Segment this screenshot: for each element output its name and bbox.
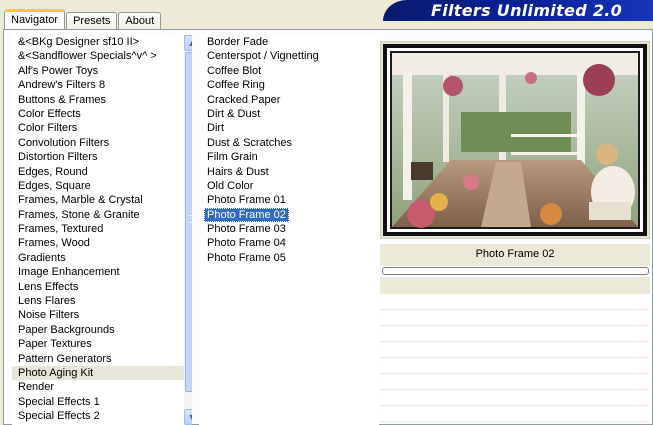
filter-item[interactable]: Photo Frame 03 [204, 222, 289, 236]
filter-item[interactable]: Old Color [204, 179, 256, 193]
filter-item[interactable]: Hairs & Dust [204, 165, 272, 179]
filter-row: Old Color [199, 179, 379, 193]
category-item[interactable]: Lens Flares [12, 294, 192, 308]
filter-row: Cracked Paper [199, 93, 379, 107]
category-item[interactable]: Paper Backgrounds [12, 323, 192, 337]
category-item[interactable]: Image Enhancement [12, 265, 192, 279]
tab-bar: Navigator Presets About [4, 9, 162, 29]
filter-item[interactable]: Dust & Scratches [204, 136, 295, 150]
category-list[interactable]: &<BKg Designer sf10 II> &<Sandflower Spec… [12, 35, 192, 425]
preview-image [380, 41, 650, 239]
filter-item[interactable]: Photo Frame 02 [204, 207, 289, 223]
category-item[interactable]: Frames, Wood [12, 236, 192, 250]
category-item[interactable]: Lens Effects [12, 280, 192, 294]
category-item[interactable]: Color Filters [12, 121, 192, 135]
filter-row: Coffee Blot [199, 64, 379, 78]
filter-row: Dirt [199, 121, 379, 135]
tab-navigator[interactable]: Navigator [4, 9, 66, 29]
category-item[interactable]: Noise Filters [12, 308, 192, 322]
filter-row: Photo Frame 03 [199, 222, 379, 236]
parameter-row [380, 390, 650, 406]
filter-row: Photo Frame 01 [199, 193, 379, 207]
filter-item[interactable]: Border Fade [204, 35, 271, 49]
tab-presets[interactable]: Presets [66, 12, 118, 29]
parameter-header [380, 277, 650, 294]
selected-filter-name: Photo Frame 02 [380, 244, 650, 266]
filter-row: Photo Frame 05 [199, 251, 379, 265]
filter-row: Dust & Scratches [199, 136, 379, 150]
filter-list[interactable]: Border Fade Centerspot / Vignetting Coffee… [199, 35, 379, 425]
parameter-row [380, 294, 650, 310]
filter-item[interactable]: Dirt & Dust [204, 107, 263, 121]
parameter-row [380, 310, 650, 326]
category-item[interactable]: Special Effects 2 [12, 409, 192, 423]
parameter-row [380, 342, 650, 358]
category-item[interactable]: &<Sandflower Specials^v^ > [12, 49, 192, 63]
navigator-panel: &<BKg Designer sf10 II> &<Sandflower Spec… [3, 29, 653, 425]
filter-item[interactable]: Coffee Ring [204, 78, 268, 92]
filter-row: Photo Frame 02 [199, 207, 379, 223]
filter-item[interactable]: Coffee Blot [204, 64, 264, 78]
category-item[interactable]: Photo Aging Kit [12, 365, 192, 381]
parameter-row [380, 358, 650, 374]
category-item[interactable]: Alf's Power Toys [12, 64, 192, 78]
parameter-row [380, 326, 650, 342]
category-item[interactable]: Pattern Generators [12, 352, 192, 366]
filter-item[interactable]: Film Grain [204, 150, 261, 164]
category-item[interactable]: Frames, Marble & Crystal [12, 193, 192, 207]
category-scrollbar[interactable]: ▲ ▼ [184, 35, 192, 425]
category-item[interactable]: Convolution Filters [12, 136, 192, 150]
category-item[interactable]: Buttons & Frames [12, 93, 192, 107]
category-item[interactable]: Edges, Round [12, 165, 192, 179]
category-item[interactable]: Paper Textures [12, 337, 192, 351]
category-item[interactable]: Andrew's Filters 8 [12, 78, 192, 92]
grip-icon [189, 215, 192, 223]
filter-row: Border Fade [199, 35, 379, 49]
filter-row: Photo Frame 04 [199, 236, 379, 250]
filter-item[interactable]: Photo Frame 04 [204, 236, 289, 250]
filter-row: Centerspot / Vignetting [199, 49, 379, 63]
parameter-row [380, 406, 650, 422]
filter-item[interactable]: Cracked Paper [204, 93, 283, 107]
filter-row: Dirt & Dust [199, 107, 379, 121]
parameter-row [380, 374, 650, 390]
tab-about[interactable]: About [118, 12, 162, 29]
filter-item[interactable]: Dirt [204, 121, 227, 135]
filter-row: Hairs & Dust [199, 165, 379, 179]
chevron-up-icon[interactable]: ▲ [184, 35, 192, 51]
scrollbar-thumb[interactable] [185, 52, 192, 392]
filter-row: Film Grain [199, 150, 379, 164]
category-item[interactable]: Special Effects 1 [12, 395, 192, 409]
parameter-list [380, 294, 650, 422]
category-item[interactable]: Color Effects [12, 107, 192, 121]
category-item[interactable]: Edges, Square [12, 179, 192, 193]
category-item[interactable]: Frames, Textured [12, 222, 192, 236]
filter-item[interactable]: Photo Frame 05 [204, 251, 289, 265]
category-item[interactable]: &<BKg Designer sf10 II> [12, 35, 192, 49]
category-item[interactable]: Distortion Filters [12, 150, 192, 164]
progress-bar [382, 267, 649, 275]
filter-item[interactable]: Centerspot / Vignetting [204, 49, 322, 63]
category-item[interactable]: Gradients [12, 251, 192, 265]
app-banner: Filters Unlimited 2.0 [383, 0, 653, 21]
category-item[interactable]: Frames, Stone & Granite [12, 208, 192, 222]
filter-row: Coffee Ring [199, 78, 379, 92]
filter-item[interactable]: Photo Frame 01 [204, 193, 289, 207]
chevron-down-icon[interactable]: ▼ [184, 409, 192, 425]
preview-illustration [383, 44, 647, 236]
category-item[interactable]: Render [12, 380, 192, 394]
